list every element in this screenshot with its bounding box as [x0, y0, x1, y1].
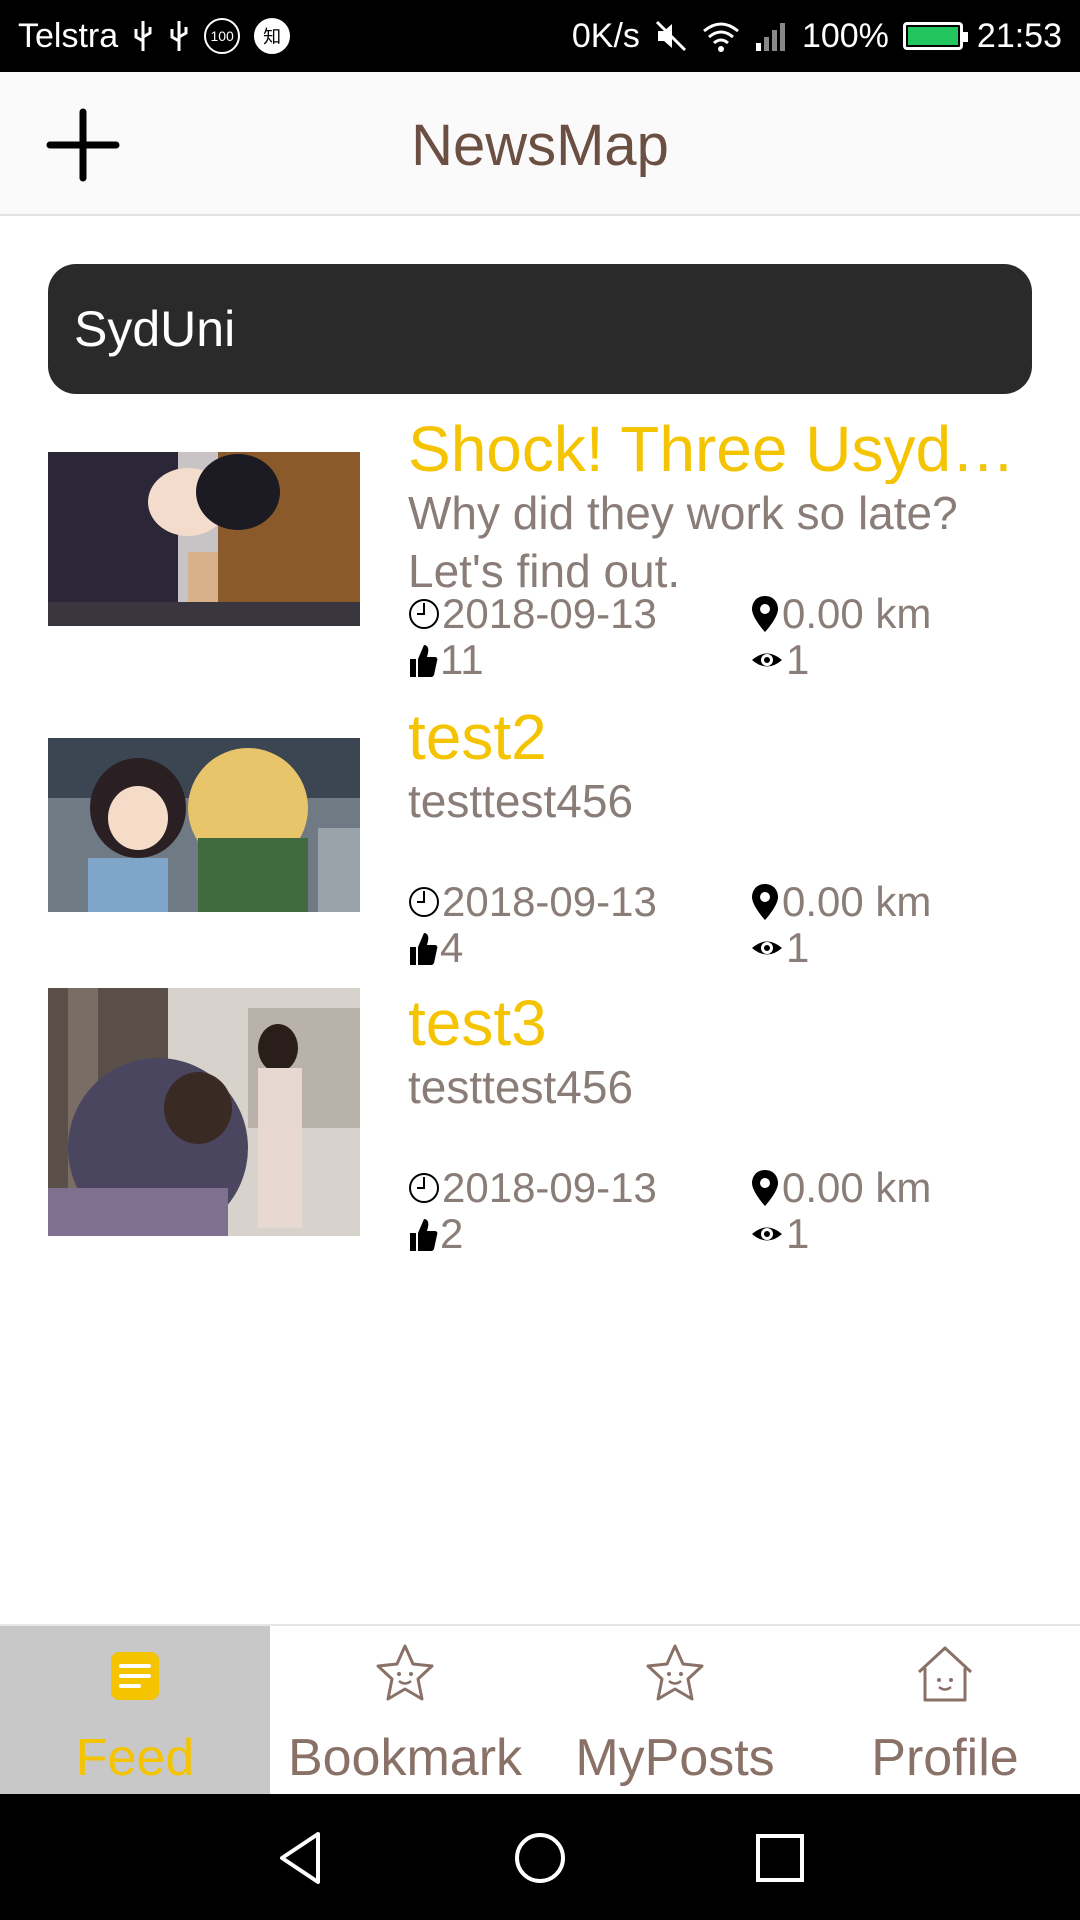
- feed-distance-text: 0.00 km: [782, 878, 932, 925]
- feed-meta-row: 2 1: [408, 1210, 1048, 1258]
- thumbs-up-icon: [410, 645, 438, 677]
- feed-likes-count: 11: [440, 636, 484, 683]
- feed-distance: 0.00 km: [750, 590, 931, 638]
- search-query: SydUni: [74, 301, 236, 357]
- eye-icon: [752, 941, 782, 955]
- page-title: NewsMap: [411, 113, 669, 178]
- star-face-icon: [376, 1644, 434, 1701]
- search-input[interactable]: SydUni: [48, 264, 1032, 394]
- feed-distance: 0.00 km: [750, 1164, 931, 1212]
- feed-date-text: 2018-09-13: [442, 590, 657, 637]
- mute-icon: [655, 20, 686, 52]
- feed-content: Shock! Three Usyd… Why did they work so …: [408, 414, 1048, 690]
- feed-summary: testtest456: [408, 775, 634, 827]
- feed-content: test3 testtest456 2018-09-13 0.00 km 2 1: [408, 988, 1048, 1268]
- battery-icon: [902, 22, 968, 50]
- feed-views: 1: [750, 1210, 809, 1258]
- feed-likes: 11: [408, 636, 484, 684]
- location-pin-icon: [752, 884, 778, 920]
- eye-icon: [752, 653, 782, 667]
- usb-icon: [170, 21, 188, 51]
- status-bar: Telstra 100 知 0K/s 100% 21:53: [0, 0, 1080, 72]
- tab-label: Bookmark: [287, 1729, 523, 1787]
- back-icon[interactable]: [272, 1830, 328, 1886]
- app-bar: NewsMap: [0, 72, 1080, 216]
- feed-likes: 2: [408, 1210, 463, 1258]
- feed-likes: 4: [408, 924, 463, 972]
- feed-date-text: 2018-09-13: [442, 1164, 657, 1211]
- clock-icon: [409, 1173, 439, 1203]
- feed-title: Shock! Three Usyd…: [408, 414, 1016, 484]
- feed-thumbnail: [48, 988, 360, 1236]
- zhi-app-icon: 知: [254, 18, 291, 54]
- feed-date-text: 2018-09-13: [442, 878, 657, 925]
- feed-views: 1: [750, 636, 809, 684]
- feed-summary: Why did they work so late?: [408, 487, 958, 539]
- tab-label: Feed: [75, 1729, 195, 1787]
- clock-icon: [409, 887, 439, 917]
- feed-meta-row: 2018-09-13 0.00 km: [408, 590, 1048, 638]
- feed-title: test2: [408, 702, 547, 772]
- star-face-icon: [646, 1644, 704, 1701]
- tab-myposts[interactable]: MyPosts: [540, 1626, 810, 1796]
- home-icon[interactable]: [512, 1830, 568, 1886]
- status-bar-left: Telstra 100 知: [18, 16, 291, 56]
- location-pin-icon: [752, 596, 778, 632]
- feed-thumbnail: [48, 452, 360, 626]
- feed-icon: [111, 1652, 159, 1700]
- clock: 21:53: [976, 16, 1062, 55]
- feed-views-count: 1: [786, 636, 810, 683]
- feed-summary: testtest456: [408, 1061, 634, 1113]
- eye-icon: [752, 1227, 782, 1241]
- recents-icon[interactable]: [752, 1830, 808, 1886]
- tab-feed[interactable]: Feed: [0, 1626, 270, 1796]
- feed-meta-row: 11 1: [408, 636, 1048, 684]
- network-speed: 0K/s: [571, 16, 640, 55]
- feed-distance: 0.00 km: [750, 878, 931, 926]
- feed-distance-text: 0.00 km: [782, 1164, 932, 1211]
- feed-likes-count: 4: [440, 924, 464, 971]
- feed-date: 2018-09-13: [408, 878, 657, 926]
- tab-label: Profile: [871, 1729, 1019, 1787]
- carrier-label: Telstra: [18, 16, 119, 55]
- tab-bookmark[interactable]: Bookmark: [270, 1626, 540, 1796]
- feed-views-count: 1: [786, 924, 810, 971]
- feed-distance-text: 0.00 km: [782, 590, 932, 637]
- tab-profile[interactable]: Profile: [810, 1626, 1080, 1796]
- battery-percent: 100%: [801, 16, 889, 55]
- status-bar-right: 0K/s 100% 21:53: [572, 17, 1062, 56]
- system-navigation-bar: [0, 1794, 1080, 1920]
- feed-item[interactable]: Shock! Three Usyd… Why did they work so …: [0, 404, 1080, 690]
- tab-label: MyPosts: [575, 1729, 775, 1787]
- feed-title: test3: [408, 988, 547, 1058]
- cellular-signal-icon: [755, 23, 785, 51]
- feed-meta-row: 4 1: [408, 924, 1048, 972]
- feed-date: 2018-09-13: [408, 1164, 657, 1212]
- feed-views-count: 1: [786, 1210, 810, 1257]
- thumbs-up-icon: [410, 933, 438, 965]
- feed-date: 2018-09-13: [408, 590, 657, 638]
- location-pin-icon: [752, 1170, 778, 1206]
- feed-item[interactable]: test3 testtest456 2018-09-13 0.00 km 2 1: [0, 978, 1080, 1268]
- feed-views: 1: [750, 924, 809, 972]
- feed-content: test2 testtest456 2018-09-13 0.00 km 4 1: [408, 702, 1048, 978]
- wifi-icon: [702, 22, 739, 52]
- clock-icon: [409, 599, 439, 629]
- usb-icon: [134, 21, 152, 51]
- feed-meta-row: 2018-09-13 0.00 km: [408, 1164, 1048, 1212]
- house-face-icon: [917, 1646, 973, 1702]
- badge-100-icon: 100: [204, 18, 241, 54]
- feed-thumbnail: [48, 738, 360, 912]
- feed-meta-row: 2018-09-13 0.00 km: [408, 878, 1048, 926]
- thumbs-up-icon: [410, 1219, 438, 1251]
- feed-item[interactable]: test2 testtest456 2018-09-13 0.00 km 4 1: [0, 692, 1080, 978]
- feed-likes-count: 2: [440, 1210, 464, 1257]
- bottom-navigation: Feed Bookmark MyPosts Profile: [0, 1624, 1080, 1796]
